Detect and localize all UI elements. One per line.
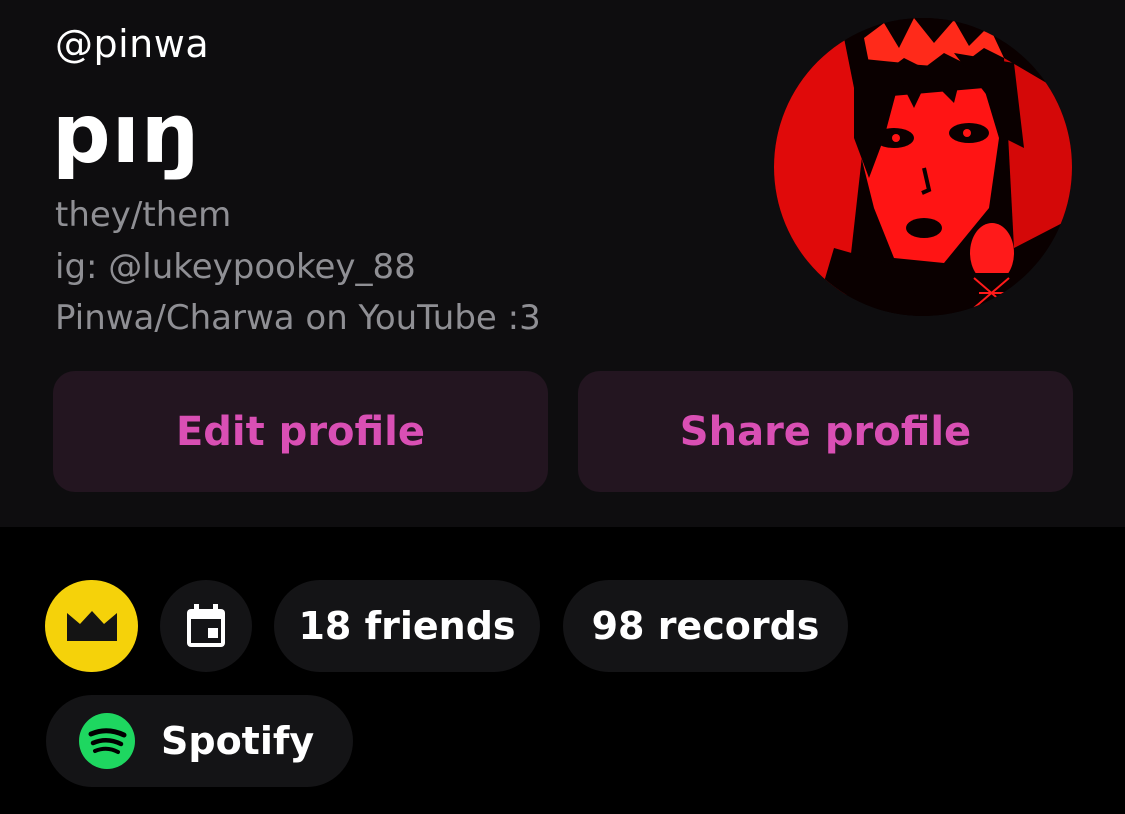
avatar-image xyxy=(774,18,1072,316)
edit-profile-button[interactable]: Edit profile xyxy=(53,371,548,492)
bio-youtube: Pinwa/Charwa on YouTube :3 xyxy=(55,298,541,338)
display-name: pıŋ xyxy=(52,87,201,182)
premium-badge[interactable] xyxy=(45,580,138,672)
spotify-icon xyxy=(79,713,135,769)
share-profile-button[interactable]: Share profile xyxy=(578,371,1073,492)
bio: they/them ig: @lukeypookey_88 Pinwa/Char… xyxy=(55,190,541,345)
username: @pinwa xyxy=(55,22,210,66)
spotify-chip[interactable]: Spotify xyxy=(46,695,353,787)
records-chip[interactable]: 98 records xyxy=(563,580,848,672)
spotify-label: Spotify xyxy=(161,719,315,763)
friends-chip[interactable]: 18 friends xyxy=(274,580,540,672)
bio-pronouns: they/them xyxy=(55,195,232,235)
crown-icon xyxy=(65,609,119,643)
profile-header: @pinwa pıŋ they/them ig: @lukeypookey_88… xyxy=(0,0,1125,527)
avatar[interactable] xyxy=(774,18,1072,316)
calendar-icon xyxy=(186,604,226,648)
bio-instagram: ig: @lukeypookey_88 xyxy=(55,246,416,287)
calendar-button[interactable] xyxy=(160,580,252,672)
